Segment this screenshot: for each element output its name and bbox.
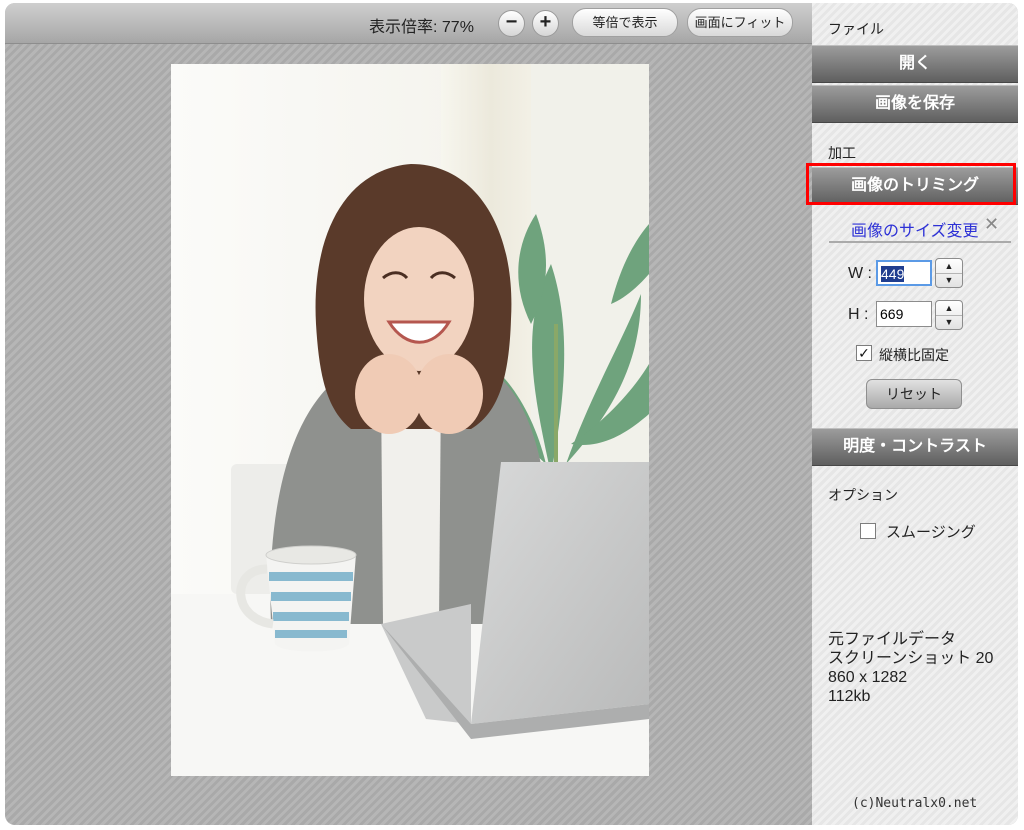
- source-info-dimensions: 860 x 1282: [828, 669, 908, 686]
- height-stepper[interactable]: ▲ ▼: [935, 300, 963, 330]
- minus-icon: −: [505, 11, 518, 33]
- brightness-contrast-button[interactable]: 明度・コントラスト: [812, 428, 1018, 466]
- chevron-down-icon[interactable]: ▼: [936, 315, 962, 329]
- width-input[interactable]: 449: [876, 260, 932, 286]
- trim-highlight-box: [806, 163, 1016, 205]
- save-image-button[interactable]: 画像を保存: [812, 85, 1018, 123]
- options-section-label: オプション: [828, 487, 898, 503]
- top-toolbar: 表示倍率: 77% − + 等倍で表示 画面にフィット: [5, 3, 812, 44]
- height-value: 669: [880, 306, 904, 322]
- zoom-out-button[interactable]: −: [498, 10, 525, 37]
- source-info-filename: スクリーンショット 20: [828, 650, 994, 667]
- sidebar: ファイル 開く 画像を保存 加工 画像のトリミング 画像のサイズ変更 ✕ W :…: [806, 3, 1018, 825]
- width-stepper[interactable]: ▲ ▼: [935, 258, 963, 288]
- source-file-info: 元ファイルデータ スクリーンショット 20 860 x 1282 112kb: [828, 630, 1018, 706]
- keep-ratio-label: 縦横比固定: [879, 347, 949, 363]
- zoom-in-button[interactable]: +: [532, 10, 559, 37]
- height-input[interactable]: 669: [876, 301, 932, 327]
- width-label: W :: [848, 265, 872, 282]
- source-info-title: 元ファイルデータ: [828, 631, 957, 648]
- smoothing-checkbox[interactable]: [860, 523, 876, 539]
- source-info-size: 112kb: [828, 688, 871, 705]
- copyright-text: (c)Neutralx0.net: [852, 796, 978, 811]
- photo-image: [171, 64, 649, 776]
- checkmark-icon: ✓: [858, 345, 870, 361]
- reset-button[interactable]: リセット: [866, 379, 962, 409]
- resize-panel-header: 画像のサイズ変更 ✕: [829, 213, 1011, 243]
- open-button[interactable]: 開く: [812, 45, 1018, 83]
- actual-size-button[interactable]: 等倍で表示: [572, 8, 678, 37]
- smoothing-label: スムージング: [886, 524, 976, 541]
- chevron-up-icon[interactable]: ▲: [936, 259, 962, 274]
- width-value: 449: [881, 266, 905, 282]
- image-editor-window: 表示倍率: 77% − + 等倍で表示 画面にフィット ファイル 開く 画像を保…: [5, 3, 1018, 825]
- fit-to-screen-button[interactable]: 画面にフィット: [687, 8, 793, 37]
- zoom-level-label: 表示倍率: 77%: [369, 19, 474, 36]
- chevron-up-icon[interactable]: ▲: [936, 301, 962, 316]
- process-section-label: 加工: [828, 145, 856, 161]
- chevron-down-icon[interactable]: ▼: [936, 273, 962, 287]
- photo-canvas[interactable]: [171, 64, 649, 776]
- close-icon[interactable]: ✕: [984, 214, 999, 235]
- resize-link[interactable]: 画像のサイズ変更: [851, 217, 979, 241]
- height-label: H :: [848, 306, 869, 323]
- file-section-label: ファイル: [828, 21, 884, 37]
- plus-icon: +: [539, 11, 552, 33]
- keep-ratio-checkbox[interactable]: ✓: [856, 345, 872, 361]
